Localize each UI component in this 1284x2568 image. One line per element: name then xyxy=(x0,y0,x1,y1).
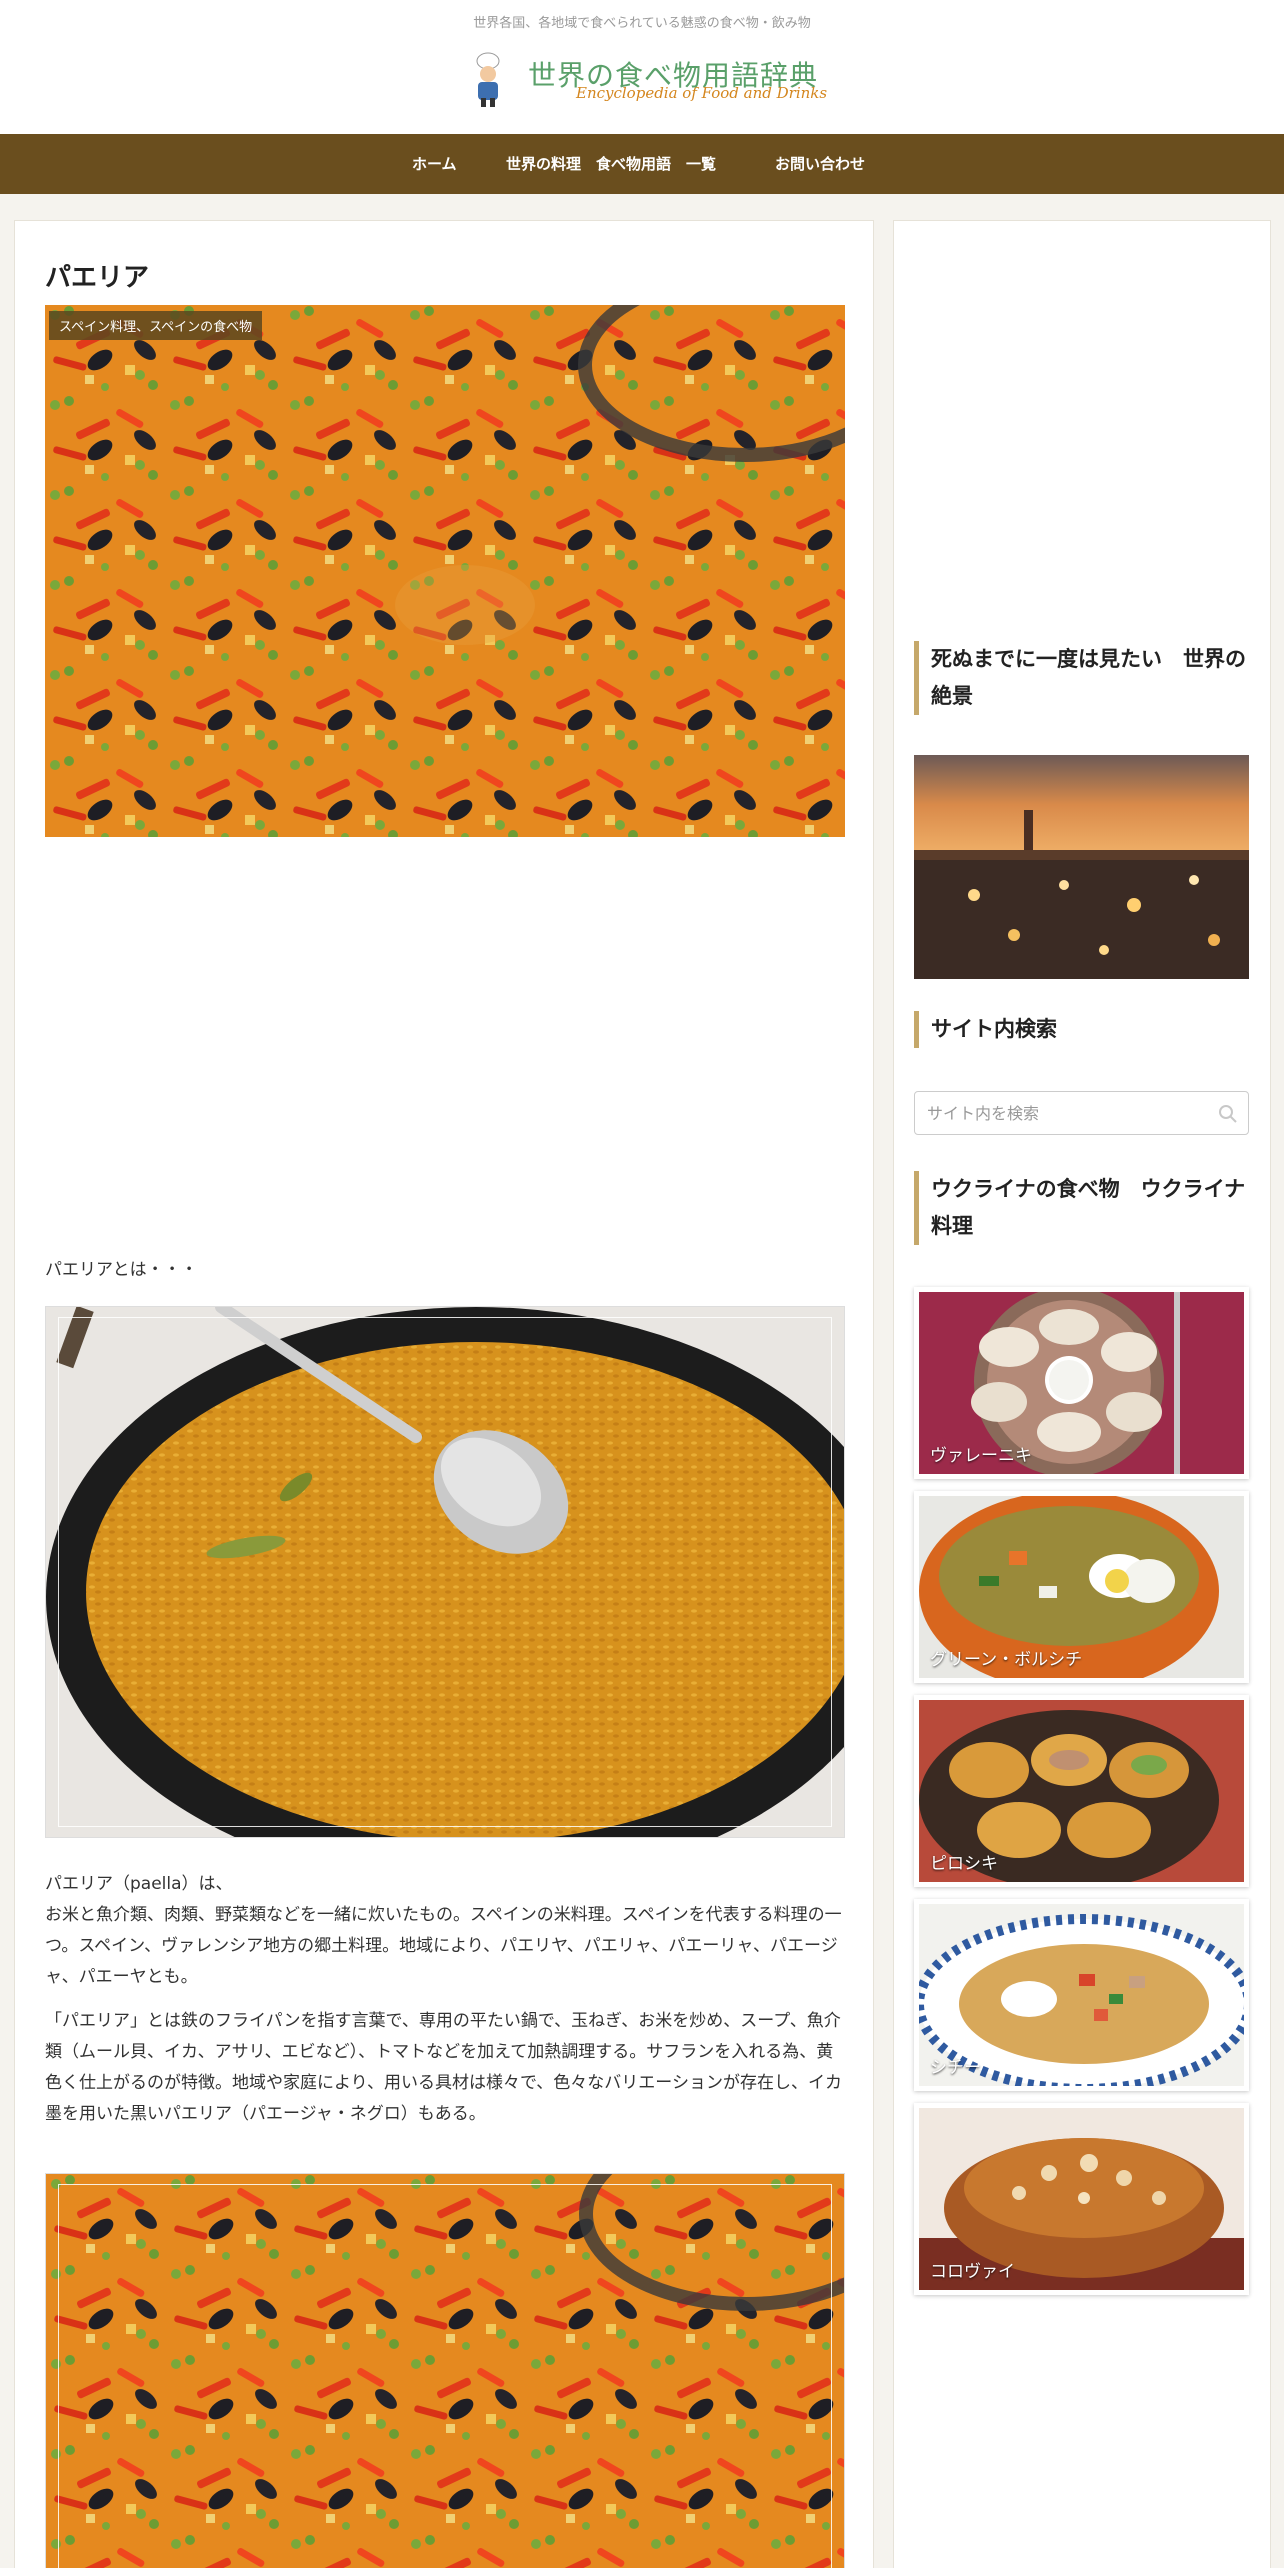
card-image: ピロシキ xyxy=(919,1700,1244,1882)
nav-item-food-list[interactable]: 世界の料理 食べ物用語 一覧 xyxy=(506,134,716,194)
sidebar: 死ぬまでに一度は見たい 世界の絶景 サイト内検索 サイト内を検索 ウクライナの食… xyxy=(893,220,1271,2568)
article-lead: パエリアとは・・・ xyxy=(45,1260,198,1280)
nav-item-contact[interactable]: お問い合わせ xyxy=(775,134,865,194)
category-badge[interactable]: スペイン料理、スペインの食べ物 xyxy=(49,311,263,340)
hero-image-paella xyxy=(45,305,845,837)
site-tagline: 世界各国、各地域で食べられている魅惑の食べ物・飲み物 xyxy=(473,16,811,31)
food-card-korovai[interactable]: コロヴァイ xyxy=(914,2103,1249,2295)
article-title: パエリア xyxy=(45,263,150,293)
search-icon[interactable] xyxy=(1218,1104,1238,1124)
card-image: コロヴァイ xyxy=(919,2108,1244,2290)
sidebar-heading-search: サイト内検索 xyxy=(914,1011,1249,1048)
logo-title-en: Encyclopedia of Food and Drinks xyxy=(576,84,828,102)
search-input[interactable] xyxy=(915,1092,1248,1134)
food-card-green-borscht[interactable]: グリーン・ボルシチ xyxy=(914,1491,1249,1683)
card-label: グリーン・ボルシチ xyxy=(930,1650,1083,1670)
paragraph-1-line1: パエリア（paella）は、 xyxy=(45,1874,233,1894)
site-logo[interactable]: 世界の食べ物用語辞典 Encyclopedia of Food and Drin… xyxy=(470,52,827,110)
card-label: ピロシキ xyxy=(930,1854,998,1874)
scenery-image-marrakech[interactable] xyxy=(914,755,1249,979)
card-label: シチー xyxy=(930,2058,981,2078)
food-card-pirozhki[interactable]: ピロシキ xyxy=(914,1695,1249,1887)
chef-logo-icon xyxy=(476,52,500,107)
paragraph-1-body: お米と魚介類、肉類、野菜類などを一緒に炊いたもの。スペインの米料理。スペインを代… xyxy=(45,1905,842,1987)
site-header: 世界各国、各地域で食べられている魅惑の食べ物・飲み物 世界の食べ物用語辞典 En… xyxy=(0,0,1284,134)
sidebar-heading-scenery: 死ぬまでに一度は見たい 世界の絶景 xyxy=(914,641,1249,715)
sidebar-heading-ukraine: ウクライナの食べ物 ウクライナ料理 xyxy=(914,1171,1249,1245)
nav-item-home[interactable]: ホーム xyxy=(412,134,457,194)
site-search xyxy=(914,1091,1249,1135)
card-label: コロヴァイ xyxy=(930,2262,1015,2282)
food-card-vareniki[interactable]: ヴァレーニキ xyxy=(914,1287,1249,1479)
card-image: シチー xyxy=(919,1904,1244,2086)
food-card-shchi[interactable]: シチー xyxy=(914,1899,1249,2091)
article-paragraph-2: 「パエリア」とは鉄のフライパンを指す言葉で、専用の平たい鍋で、玉ねぎ、お米を炒め… xyxy=(45,2011,842,2124)
paella-image-bottom xyxy=(45,2173,845,2568)
global-nav: ホーム 世界の料理 食べ物用語 一覧 お問い合わせ xyxy=(0,134,1284,194)
card-image: グリーン・ボルシチ xyxy=(919,1496,1244,1678)
article-card: パエリア スペイン料理、スペインの食べ物 パエリアとは・・・ パエリア（pael… xyxy=(14,220,874,2568)
card-label: ヴァレーニキ xyxy=(930,1446,1032,1466)
article-paragraph-1: パエリア（paella）は、 お米と魚介類、肉類、野菜類などを一緒に炊いたもの。… xyxy=(45,1869,845,1993)
paella-pan-image xyxy=(45,1306,845,1838)
card-image: ヴァレーニキ xyxy=(919,1292,1244,1474)
